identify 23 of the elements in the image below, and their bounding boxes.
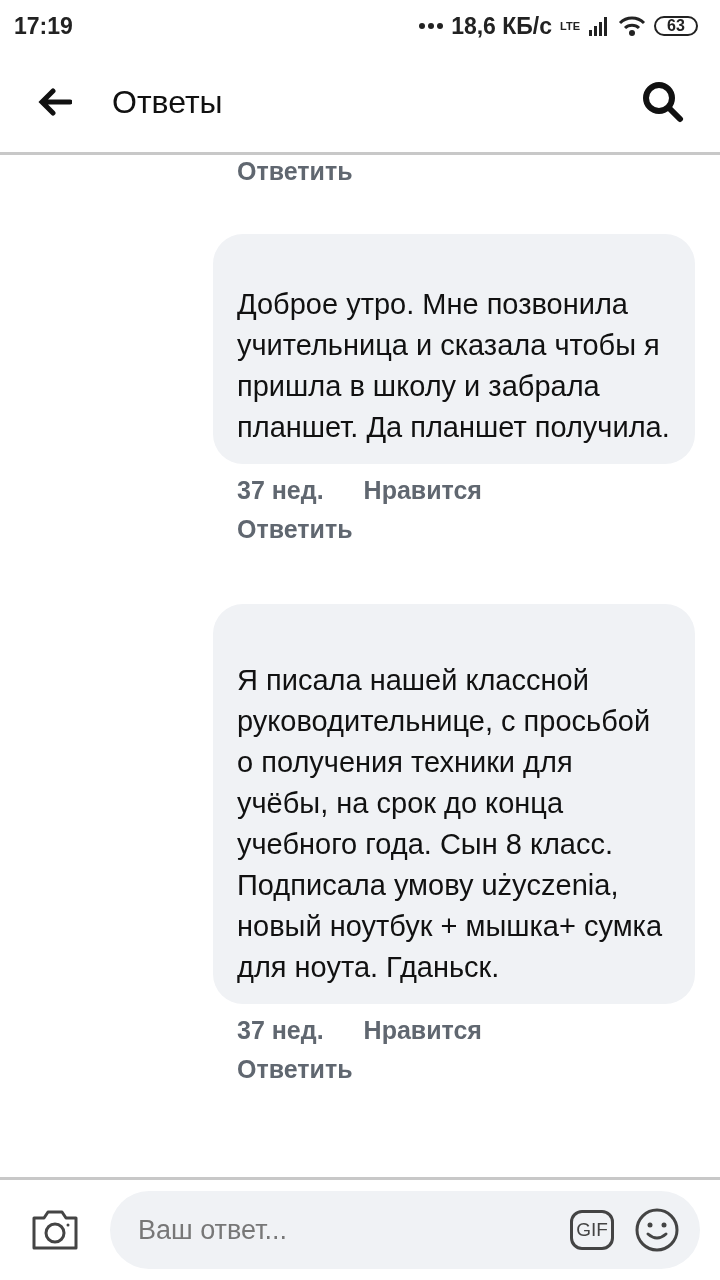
battery-level: 63 — [654, 16, 698, 36]
back-arrow-icon[interactable] — [38, 88, 72, 116]
comment-text: Я писала нашей классной руководительнице, с просьбой о получения техники для учёбы, на срок до конца учебного года. Сын 8 класс. Подписала умову użyczenia, новый ноутбук + мышка+ сумка для ноута. Гданьск. — [237, 663, 664, 985]
clock: 17:19 — [14, 12, 73, 40]
more-dots-icon — [419, 23, 444, 29]
camera-icon[interactable] — [30, 1208, 80, 1252]
comment-age: 37 нед. — [237, 476, 324, 505]
network-type: LTE — [560, 20, 580, 32]
comment-age: 37 нед. — [237, 1016, 324, 1045]
reply-link[interactable]: Ответить — [213, 505, 695, 544]
like-link[interactable]: Нравится — [363, 1016, 482, 1045]
comment-text: Доброе утро. Мне позвонила учительница и сказала чтобы я пришла в школу и забрала планшет. Да планшет получила. — [237, 287, 671, 445]
reply-link[interactable]: Ответить — [213, 1045, 695, 1084]
wifi-icon — [618, 15, 646, 37]
search-icon[interactable] — [642, 81, 684, 123]
reply-link[interactable]: Ответить — [213, 155, 695, 234]
gif-button[interactable]: GIF — [570, 1210, 614, 1250]
reply-field[interactable]: Ваш ответ... GIF — [110, 1191, 700, 1269]
signal-icon — [588, 16, 610, 36]
network-speed: 18,6 КБ/с — [451, 12, 553, 40]
page-title: Ответы — [112, 83, 224, 121]
like-link[interactable]: Нравится — [363, 476, 482, 505]
smiley-icon[interactable] — [634, 1207, 680, 1253]
